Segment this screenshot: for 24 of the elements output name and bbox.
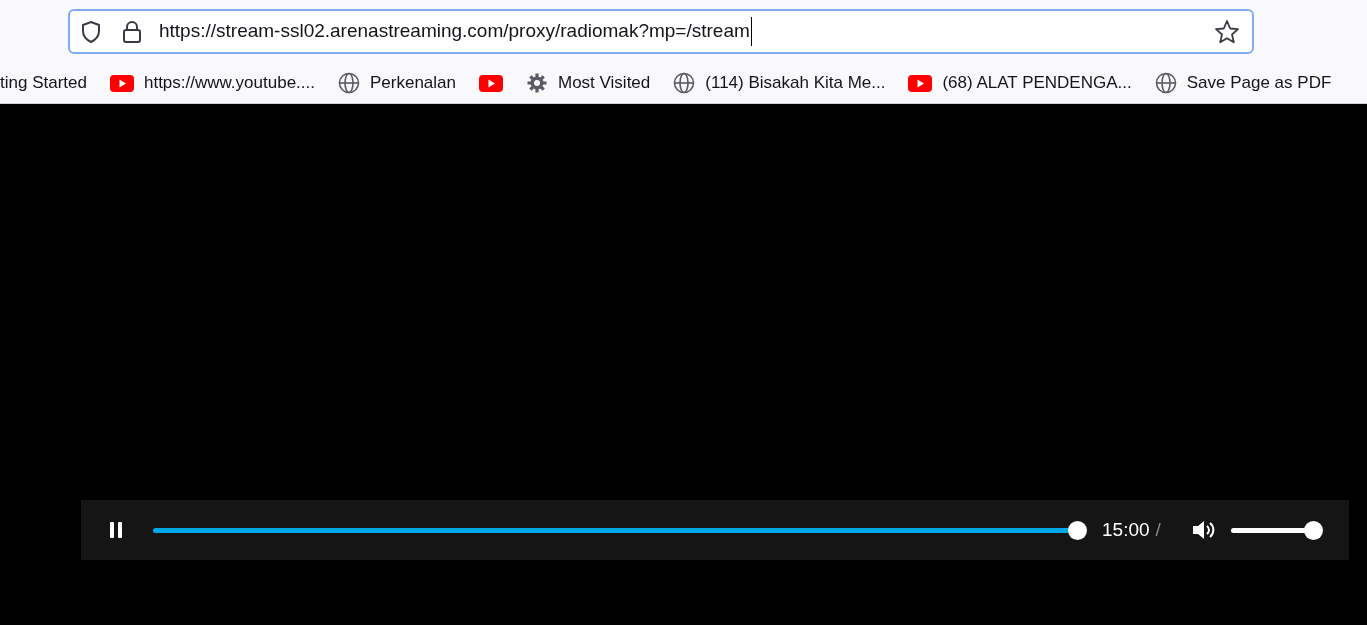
globe-icon — [1154, 72, 1177, 94]
video-play-icon — [908, 74, 933, 92]
bookmark-link[interactable]: (114) Bisakah Kita Me... — [705, 70, 886, 96]
speaker-icon[interactable] — [1190, 518, 1217, 542]
bookmark-link[interactable]: ting Started — [0, 70, 87, 96]
gear-icon — [526, 72, 548, 94]
bookmark-link[interactable]: Save Page as PDF — [1186, 70, 1332, 96]
star-icon[interactable] — [1214, 18, 1240, 45]
video-play-icon[interactable] — [479, 74, 503, 92]
bookmark-link[interactable]: (68) ALAT PENDENGA... — [942, 70, 1132, 96]
slider-thumb[interactable] — [1068, 520, 1087, 540]
slider-thumb[interactable] — [1303, 520, 1323, 540]
bookmark-link[interactable]: Perkenalan — [370, 70, 456, 96]
url-text[interactable]: https://stream-ssl02.arenastreaming.com/proxy/radiomak?mp=/stream — [159, 17, 752, 46]
globe-icon — [673, 72, 696, 94]
video-play-icon — [109, 74, 134, 92]
time-text: 15:00 — [1102, 517, 1150, 542]
time-separator: / — [1155, 517, 1161, 542]
address-bar[interactable]: https://stream-ssl02.arenastreaming.com/proxy/radiomak?mp=/stream — [68, 9, 1254, 54]
bookmark-link[interactable]: Most Visited — [558, 70, 651, 96]
lock-icon[interactable] — [122, 19, 142, 44]
globe-icon — [338, 72, 360, 94]
bookmark-link[interactable]: https://www.youtube.... — [143, 70, 315, 96]
shield-icon[interactable] — [80, 19, 102, 44]
